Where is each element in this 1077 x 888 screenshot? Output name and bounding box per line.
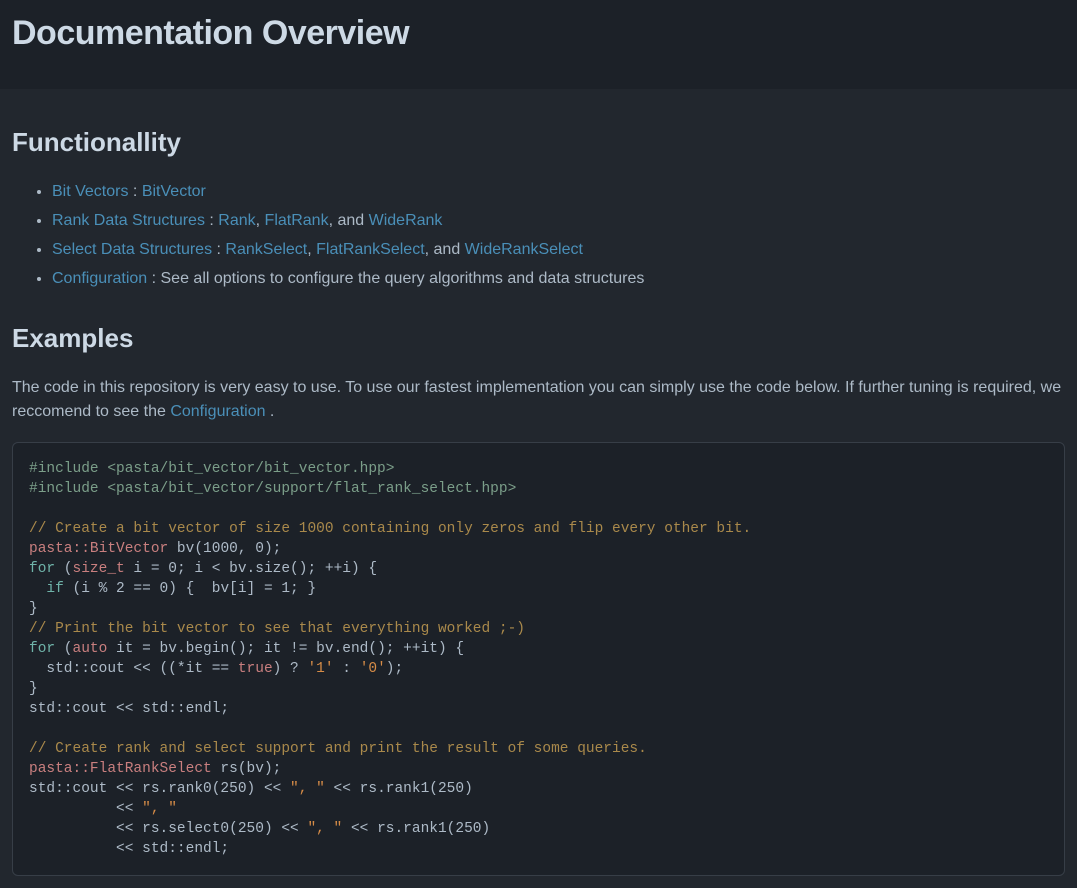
code-text: (: [55, 641, 72, 657]
code-keyword: for: [29, 561, 55, 577]
main-content: Functionallity Bit Vectors : BitVector R…: [0, 89, 1077, 888]
code-example: #include <pasta/bit_vector/bit_vector.hp…: [12, 442, 1065, 876]
code-text: ) ?: [273, 661, 308, 677]
separator-text: :: [212, 241, 225, 258]
code-keyword: for: [29, 641, 55, 657]
code-comment: // Create rank and select support and pr…: [29, 741, 647, 757]
rankselect-link[interactable]: RankSelect: [225, 241, 307, 258]
code-text: i = 0; i < bv.size(); ++i) {: [125, 561, 377, 577]
page-header: Documentation Overview: [0, 0, 1077, 89]
and-text: , and: [425, 241, 465, 258]
code-type: size_t: [73, 561, 125, 577]
code-type: pasta::FlatRankSelect: [29, 761, 212, 777]
code-text: bv(1000, 0);: [168, 541, 281, 557]
comma-text: ,: [307, 241, 316, 258]
code-text: }: [29, 681, 38, 697]
configuration-inline-link[interactable]: Configuration: [170, 403, 265, 420]
code-text: std::cout << std::endl;: [29, 701, 229, 717]
code-include: #include <pasta/bit_vector/support/flat_…: [29, 481, 516, 497]
code-string: ", ": [142, 801, 177, 817]
widerank-link[interactable]: WideRank: [369, 212, 443, 229]
code-string: ", ": [307, 821, 342, 837]
code-string: ", ": [290, 781, 325, 797]
code-text: :: [334, 661, 360, 677]
select-structures-link[interactable]: Select Data Structures: [52, 241, 212, 258]
code-comment: // Print the bit vector to see that ever…: [29, 621, 525, 637]
code-keyword: if: [46, 581, 63, 597]
code-keyword: true: [238, 661, 273, 677]
code-type: pasta::BitVector: [29, 541, 168, 557]
code-text: (i % 2 == 0) { bv[i] = 1; }: [64, 581, 316, 597]
flatrank-link[interactable]: FlatRank: [265, 212, 329, 229]
code-comment: // Create a bit vector of size 1000 cont…: [29, 521, 751, 537]
bitvector-link[interactable]: BitVector: [142, 183, 206, 200]
functionality-heading: Functionallity: [12, 123, 1065, 162]
list-item: Select Data Structures : RankSelect, Fla…: [52, 238, 1065, 262]
examples-intro: The code in this repository is very easy…: [12, 376, 1065, 424]
code-text: << rs.rank1(250): [342, 821, 490, 837]
page-title: Documentation Overview: [12, 8, 1065, 59]
list-item: Rank Data Structures : Rank, FlatRank, a…: [52, 209, 1065, 233]
intro-post-text: .: [265, 403, 274, 420]
code-include: #include <pasta/bit_vector/bit_vector.hp…: [29, 461, 394, 477]
comma-text: ,: [256, 212, 265, 229]
configuration-link[interactable]: Configuration: [52, 270, 147, 287]
and-text: , and: [329, 212, 369, 229]
functionality-list: Bit Vectors : BitVector Rank Data Struct…: [12, 180, 1065, 291]
code-text: std::cout << ((*it ==: [29, 661, 238, 677]
code-text: << rs.select0(250) <<: [29, 821, 307, 837]
code-text: << rs.rank1(250): [325, 781, 473, 797]
rank-link[interactable]: Rank: [218, 212, 255, 229]
rank-structures-link[interactable]: Rank Data Structures: [52, 212, 205, 229]
code-text: }: [29, 601, 38, 617]
code-text: (: [55, 561, 72, 577]
code-text: <<: [29, 801, 142, 817]
bit-vectors-link[interactable]: Bit Vectors: [52, 183, 128, 200]
config-tail-text: : See all options to configure the query…: [147, 270, 644, 287]
code-text: it = bv.begin(); it != bv.end(); ++it) {: [107, 641, 464, 657]
code-text: );: [386, 661, 403, 677]
code-text: [29, 581, 46, 597]
widerankselect-link[interactable]: WideRankSelect: [465, 241, 583, 258]
examples-heading: Examples: [12, 319, 1065, 358]
list-item: Bit Vectors : BitVector: [52, 180, 1065, 204]
code-keyword: auto: [73, 641, 108, 657]
separator-text: :: [128, 183, 141, 200]
list-item: Configuration : See all options to confi…: [52, 267, 1065, 291]
code-text: << std::endl;: [29, 841, 229, 857]
code-char: '1': [307, 661, 333, 677]
flatrankselect-link[interactable]: FlatRankSelect: [316, 241, 425, 258]
code-text: std::cout << rs.rank0(250) <<: [29, 781, 290, 797]
separator-text: :: [205, 212, 218, 229]
code-text: rs(bv);: [212, 761, 282, 777]
code-char: '0': [360, 661, 386, 677]
